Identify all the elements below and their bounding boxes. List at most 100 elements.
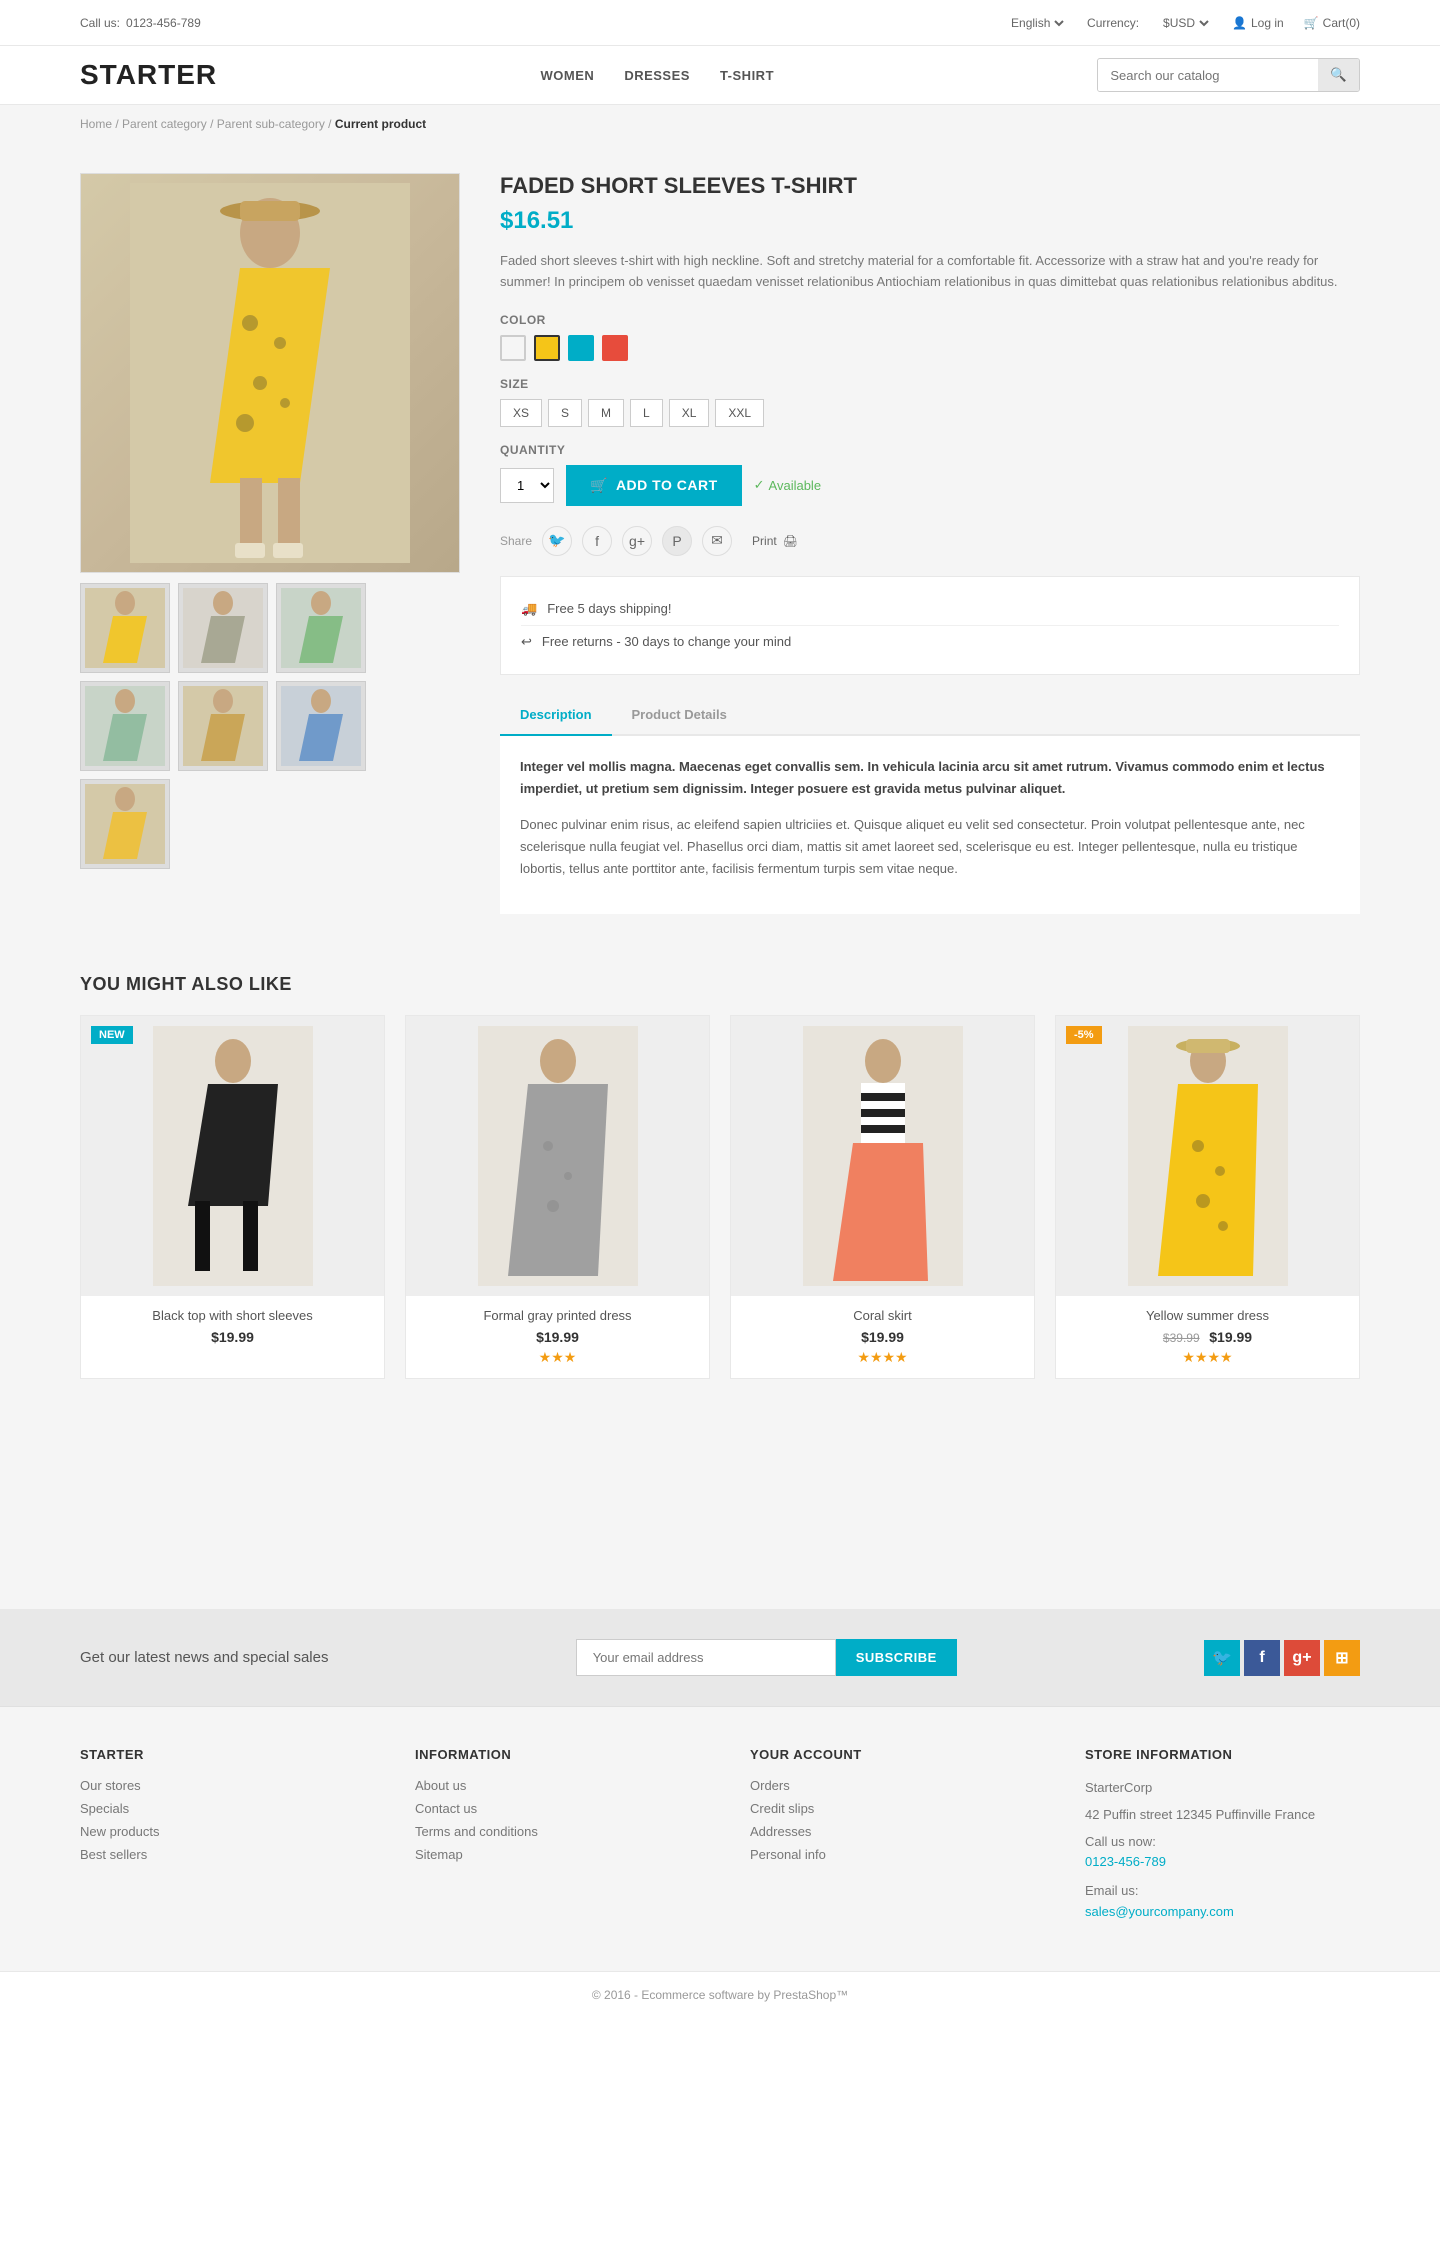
breadcrumb-home[interactable]: Home xyxy=(80,117,112,131)
currency-select[interactable]: $USD xyxy=(1159,15,1212,31)
share-label: Share xyxy=(500,534,532,548)
breadcrumb-parent-subcategory[interactable]: Parent sub-category xyxy=(217,117,325,131)
thumbnail-3[interactable] xyxy=(276,583,366,673)
size-xs[interactable]: XS xyxy=(500,399,542,427)
tab-product-details[interactable]: Product Details xyxy=(612,695,747,736)
email-share[interactable]: ✉ xyxy=(702,526,732,556)
tab-content: Integer vel mollis magna. Maecenas eget … xyxy=(500,736,1360,914)
footer-link-specials[interactable]: Specials xyxy=(80,1801,355,1816)
footer-link-personal-info[interactable]: Personal info xyxy=(750,1847,1025,1862)
footer-link-best-sellers[interactable]: Best sellers xyxy=(80,1847,355,1862)
product-card-price-3: $19.99 xyxy=(743,1329,1022,1345)
twitter-share[interactable]: 🐦 xyxy=(542,526,572,556)
header: STARTER WOMEN DRESSES T-SHIRT 🔍 xyxy=(0,46,1440,105)
size-options: XS S M L XL XXL xyxy=(500,399,1360,427)
language-select[interactable]: English xyxy=(1007,15,1067,31)
size-l[interactable]: L xyxy=(630,399,663,427)
product-card-1[interactable]: NEW Black top with short sleeves $19.99 xyxy=(80,1015,385,1379)
products-grid: NEW Black top with short sleeves $19.99 xyxy=(80,1015,1360,1379)
nav-item-women[interactable]: WOMEN xyxy=(541,68,595,83)
return-icon: ↩ xyxy=(521,634,532,650)
size-s[interactable]: S xyxy=(548,399,582,427)
google-share[interactable]: g+ xyxy=(622,526,652,556)
thumbnail-2[interactable] xyxy=(178,583,268,673)
availability-status: ✓ Available xyxy=(754,477,821,493)
product-card-2[interactable]: Formal gray printed dress $19.99 ★★★ xyxy=(405,1015,710,1379)
product-tabs: Description Product Details Integer vel … xyxy=(500,695,1360,914)
footer-link-our-stores[interactable]: Our stores xyxy=(80,1778,355,1793)
thumbnail-5[interactable] xyxy=(178,681,268,771)
footer-link-terms[interactable]: Terms and conditions xyxy=(415,1824,690,1839)
phone-number: 0123-456-789 xyxy=(126,16,201,30)
footer-link-sitemap[interactable]: Sitemap xyxy=(415,1847,690,1862)
store-email[interactable]: sales@yourcompany.com xyxy=(1085,1902,1360,1923)
product-card-old-price-4: $39.99 xyxy=(1163,1331,1200,1345)
product-card-prices-4: $39.99 $19.99 xyxy=(1068,1329,1347,1345)
search-button[interactable]: 🔍 xyxy=(1318,59,1359,91)
footer-link-credit-slips[interactable]: Credit slips xyxy=(750,1801,1025,1816)
size-label: Size xyxy=(500,377,1360,391)
product-card-stars-4: ★★★★ xyxy=(1068,1349,1347,1366)
facebook-share[interactable]: f xyxy=(582,526,612,556)
product-card-4[interactable]: -5% Yellow summer dress $39.99 xyxy=(1055,1015,1360,1379)
newsletter-section: Get our latest news and special sales SU… xyxy=(0,1609,1440,1706)
nav-item-dresses[interactable]: DRESSES xyxy=(624,68,690,83)
newsletter-subscribe-button[interactable]: SUBSCRIBE xyxy=(836,1639,957,1676)
product-description: Faded short sleeves t-shirt with high ne… xyxy=(500,251,1360,293)
nav-item-tshirt[interactable]: T-SHIRT xyxy=(720,68,774,83)
tab-description[interactable]: Description xyxy=(500,695,612,736)
product-card-stars-2: ★★★ xyxy=(418,1349,697,1366)
thumbnail-7[interactable] xyxy=(80,779,170,869)
tab-headers: Description Product Details xyxy=(500,695,1360,736)
social-rss[interactable]: ⊞ xyxy=(1324,1640,1360,1676)
main-content: FADED SHORT SLEEVES T-SHIRT $16.51 Faded… xyxy=(0,143,1440,944)
color-swatch-white[interactable] xyxy=(500,335,526,361)
size-xl[interactable]: XL xyxy=(669,399,710,427)
footer-col-store-info: STORE INFORMATION StarterCorp 42 Puffin … xyxy=(1085,1747,1360,1931)
check-icon: ✓ xyxy=(754,477,765,493)
newsletter-text: Get our latest news and special sales xyxy=(80,1649,328,1666)
size-xxl[interactable]: XXL xyxy=(715,399,764,427)
breadcrumb-parent-category[interactable]: Parent category xyxy=(122,117,207,131)
footer-col-information: INFORMATION About us Contact us Terms an… xyxy=(415,1747,690,1931)
social-icons: 🐦 f g+ ⊞ xyxy=(1204,1640,1360,1676)
social-google[interactable]: g+ xyxy=(1284,1640,1320,1676)
add-to-cart-button[interactable]: 🛒 ADD TO CART xyxy=(566,465,742,506)
main-image-placeholder xyxy=(81,174,459,572)
footer-link-new-products[interactable]: New products xyxy=(80,1824,355,1839)
print-button[interactable]: Print 🖨 xyxy=(752,534,798,548)
store-phone[interactable]: 0123-456-789 xyxy=(1085,1852,1360,1873)
color-option: Color xyxy=(500,313,1360,361)
pinterest-share[interactable]: P xyxy=(662,526,692,556)
newsletter-email-input[interactable] xyxy=(576,1639,836,1676)
color-swatch-yellow[interactable] xyxy=(534,335,560,361)
product-card-price-1: $19.99 xyxy=(93,1329,372,1345)
footer-link-addresses[interactable]: Addresses xyxy=(750,1824,1025,1839)
color-swatch-cyan[interactable] xyxy=(568,335,594,361)
copyright: © 2016 - Ecommerce software by PrestaSho… xyxy=(0,1971,1440,2018)
product-card-image-2 xyxy=(406,1016,709,1296)
cart-icon: 🛒 xyxy=(590,477,608,494)
person-icon: 👤 xyxy=(1232,16,1247,30)
footer-link-orders[interactable]: Orders xyxy=(750,1778,1025,1793)
shipping-info: 🚚 Free 5 days shipping! ↩ Free returns -… xyxy=(500,576,1360,675)
logo[interactable]: STARTER xyxy=(80,59,217,91)
social-facebook[interactable]: f xyxy=(1244,1640,1280,1676)
store-call: Call us now: 0123-456-789 xyxy=(1085,1832,1360,1874)
login-link[interactable]: 👤 Log in xyxy=(1232,16,1284,30)
product-card-image-3 xyxy=(731,1016,1034,1296)
social-twitter[interactable]: 🐦 xyxy=(1204,1640,1240,1676)
quantity-select[interactable]: 1 2 3 xyxy=(500,468,554,503)
product-card-stars-3: ★★★★ xyxy=(743,1349,1022,1366)
product-card-3[interactable]: Coral skirt $19.99 ★★★★ xyxy=(730,1015,1035,1379)
thumbnail-4[interactable] xyxy=(80,681,170,771)
footer-link-contact-us[interactable]: Contact us xyxy=(415,1801,690,1816)
search-input[interactable] xyxy=(1098,60,1318,91)
thumbnail-1[interactable] xyxy=(80,583,170,673)
footer-link-about-us[interactable]: About us xyxy=(415,1778,690,1793)
cart-link[interactable]: 🛒 Cart(0) xyxy=(1304,16,1360,30)
size-m[interactable]: M xyxy=(588,399,624,427)
search-icon: 🔍 xyxy=(1330,67,1347,82)
thumbnail-6[interactable] xyxy=(276,681,366,771)
color-swatch-red[interactable] xyxy=(602,335,628,361)
